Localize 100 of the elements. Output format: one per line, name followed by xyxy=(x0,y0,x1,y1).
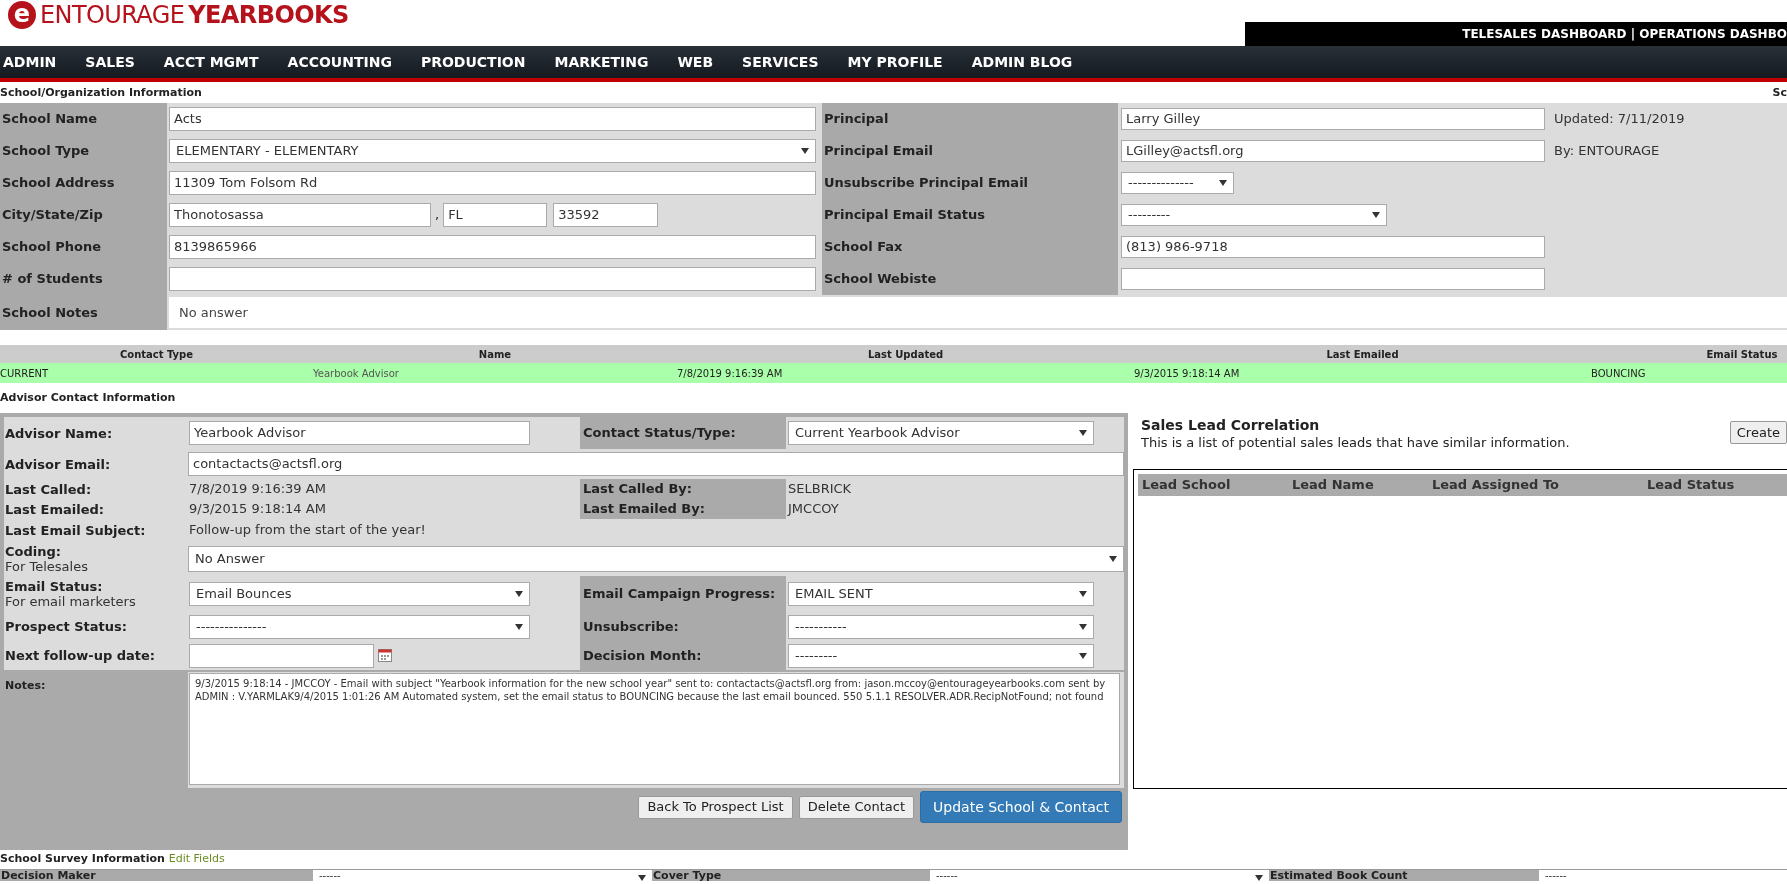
field-label: Coding: xyxy=(5,543,62,559)
city-field[interactable]: Thonotosassa xyxy=(169,203,431,227)
text-field[interactable]: contactacts@actsfl.org xyxy=(188,452,1124,476)
field-label: Email Campaign Progress: xyxy=(583,585,776,604)
nav-item[interactable]: ADMIN xyxy=(3,51,57,73)
section-title: Advisor Contact Information xyxy=(0,389,176,406)
field-label: School Fax xyxy=(824,238,903,257)
text-field[interactable]: LGilley@actsfl.org xyxy=(1121,140,1545,162)
select-field[interactable]: --------- xyxy=(1121,204,1387,226)
select-field[interactable]: Current Yearbook Advisor xyxy=(788,421,1094,445)
field-label: Last Called: xyxy=(5,481,93,497)
select-field[interactable]: --------- xyxy=(788,643,1094,668)
caret-icon xyxy=(1079,591,1087,597)
table-cell-text: 9/3/2015 9:18:14 AM xyxy=(1134,366,1241,381)
field-value: JMCCOY xyxy=(788,500,839,519)
field-hint: For Telesales xyxy=(5,558,89,574)
zip-field[interactable]: 33592 xyxy=(553,203,659,227)
caret-icon xyxy=(638,875,646,881)
notes-field[interactable]: No answer xyxy=(169,297,1787,328)
field-label: Principal Email xyxy=(824,142,933,161)
table-cell-text: BOUNCING xyxy=(1591,366,1647,381)
field-label: School Type xyxy=(2,142,90,161)
section-title: Sc xyxy=(1772,84,1787,101)
section-title: School/Organization Information xyxy=(0,84,202,101)
update-info-text: By: ENTOURAGE xyxy=(1554,142,1660,161)
caret-icon xyxy=(1079,430,1087,436)
edit-fields-link[interactable]: Edit Fields xyxy=(168,851,225,868)
select-field[interactable]: --------------- xyxy=(189,614,530,639)
caret-icon xyxy=(515,623,523,630)
nav-item[interactable]: SALES xyxy=(85,51,135,73)
nav-item[interactable]: MARKETING xyxy=(554,51,649,73)
text-field[interactable] xyxy=(169,267,816,291)
caret-icon xyxy=(1109,555,1117,562)
caret-icon xyxy=(1079,652,1087,659)
select-field[interactable]: EMAIL SENT xyxy=(788,582,1094,606)
text-field[interactable]: Acts xyxy=(169,107,816,131)
table-cell-text: CURRENT xyxy=(0,366,50,381)
field-label: Decision Maker xyxy=(0,870,96,881)
table-cell-text: 7/8/2019 9:16:39 AM xyxy=(677,366,784,381)
nav-item[interactable]: SERVICES xyxy=(742,51,819,73)
column-header: Email Status xyxy=(1705,347,1779,362)
field-value: 9/3/2015 9:18:14 AM xyxy=(189,500,326,519)
column-header: Lead School xyxy=(1141,476,1232,495)
caret-icon xyxy=(515,591,523,597)
separator-text: , xyxy=(435,206,440,225)
caret-icon xyxy=(1255,875,1263,881)
logo[interactable]: e ENTOURAGE YEARBOOKS xyxy=(0,0,349,30)
text-field[interactable]: 11309 Tom Folsom Rd xyxy=(169,171,816,195)
state-field[interactable]: FL xyxy=(443,203,548,227)
nav-item[interactable]: PRODUCTION xyxy=(420,51,526,73)
column-header: Lead Status xyxy=(1646,476,1736,495)
field-value: SELBRICK xyxy=(788,480,852,499)
select-field[interactable]: ELEMENTARY - ELEMENTARY xyxy=(169,139,816,163)
contact-row[interactable]: CURRENT Yearbook Advisor 7/8/2019 9:16:39 AM 9/3/2015 9:18:14 AM BOUNCING xyxy=(0,363,1787,383)
field-label: Next follow-up date: xyxy=(5,648,157,663)
field-label: Notes: xyxy=(5,679,46,692)
field-label: Cover Type xyxy=(652,870,722,881)
select-field[interactable]: ----------- xyxy=(788,614,1094,639)
column-header: Lead Name xyxy=(1291,476,1375,495)
nav-item[interactable]: MY PROFILE xyxy=(847,51,943,73)
calendar-icon[interactable] xyxy=(378,649,392,662)
column-header: Last Updated xyxy=(866,347,945,362)
panel-title: Sales Lead Correlation xyxy=(1141,417,1321,434)
text-field[interactable]: Larry Gilley xyxy=(1121,108,1545,130)
nav-item[interactable]: ACCOUNTING xyxy=(287,51,392,73)
field-label: Unsubscribe: xyxy=(583,617,679,636)
field-label: Last Called By: xyxy=(583,480,692,499)
field-hint: For email marketers xyxy=(5,594,137,609)
table-cell-text: Yearbook Advisor xyxy=(313,366,400,381)
update-button[interactable]: Update School & Contact xyxy=(920,791,1122,823)
section-title: School Survey Information xyxy=(0,851,165,868)
caret-icon xyxy=(1372,212,1380,218)
field-label: Principal xyxy=(824,110,889,129)
column-header: Contact Type xyxy=(118,347,195,362)
field-label: Last Emailed By: xyxy=(583,500,705,519)
create-button[interactable]: Create xyxy=(1729,421,1787,444)
column-header: Name xyxy=(477,347,513,362)
field-label: # of Students xyxy=(2,270,103,289)
field-label: City/State/Zip xyxy=(2,206,103,225)
select-field[interactable]: Email Bounces xyxy=(189,582,530,606)
field-value: 7/8/2019 9:16:39 AM xyxy=(189,480,326,499)
column-header: Last Emailed xyxy=(1325,347,1400,362)
text-field[interactable]: (813) 986-9718 xyxy=(1121,236,1545,258)
select-field[interactable]: No Answer xyxy=(188,545,1124,572)
column-header: Lead Assigned To xyxy=(1431,476,1560,495)
text-field[interactable]: 8139865966 xyxy=(169,235,816,259)
field-label: Last Email Subject: xyxy=(5,522,147,538)
nav-item[interactable]: WEB xyxy=(677,51,714,73)
field-label: Last Emailed: xyxy=(5,501,105,517)
text-field[interactable] xyxy=(1121,268,1545,290)
text-field[interactable]: Yearbook Advisor xyxy=(189,421,530,445)
caret-icon xyxy=(1219,180,1227,186)
secondary-button[interactable]: Delete Contact xyxy=(798,795,915,819)
secondary-button[interactable]: Back To Prospect List xyxy=(638,795,793,819)
nav-item[interactable]: ADMIN BLOG xyxy=(971,51,1073,73)
date-field[interactable] xyxy=(189,643,374,668)
select-field[interactable]: -------------- xyxy=(1121,172,1234,194)
notes-textarea[interactable]: 9/3/2015 9:18:14 - JMCCOY - Email with subject "Yearbook information for the new school year" sent to: contactacts@actsfl.org from: jason.mccoy@entourageyearbooks.com sent by ADMIN : V.YARMLAK9/4/2015 1:01:26 AM Automated system, set the email status to BOUNCING because the last email bounced. 550 5.1.1 RESOLVER.ADR.RecipNotFound; not found xyxy=(189,673,1120,785)
field-label: Principal Email Status xyxy=(824,206,986,225)
nav-item[interactable]: ACCT MGMT xyxy=(163,51,259,73)
